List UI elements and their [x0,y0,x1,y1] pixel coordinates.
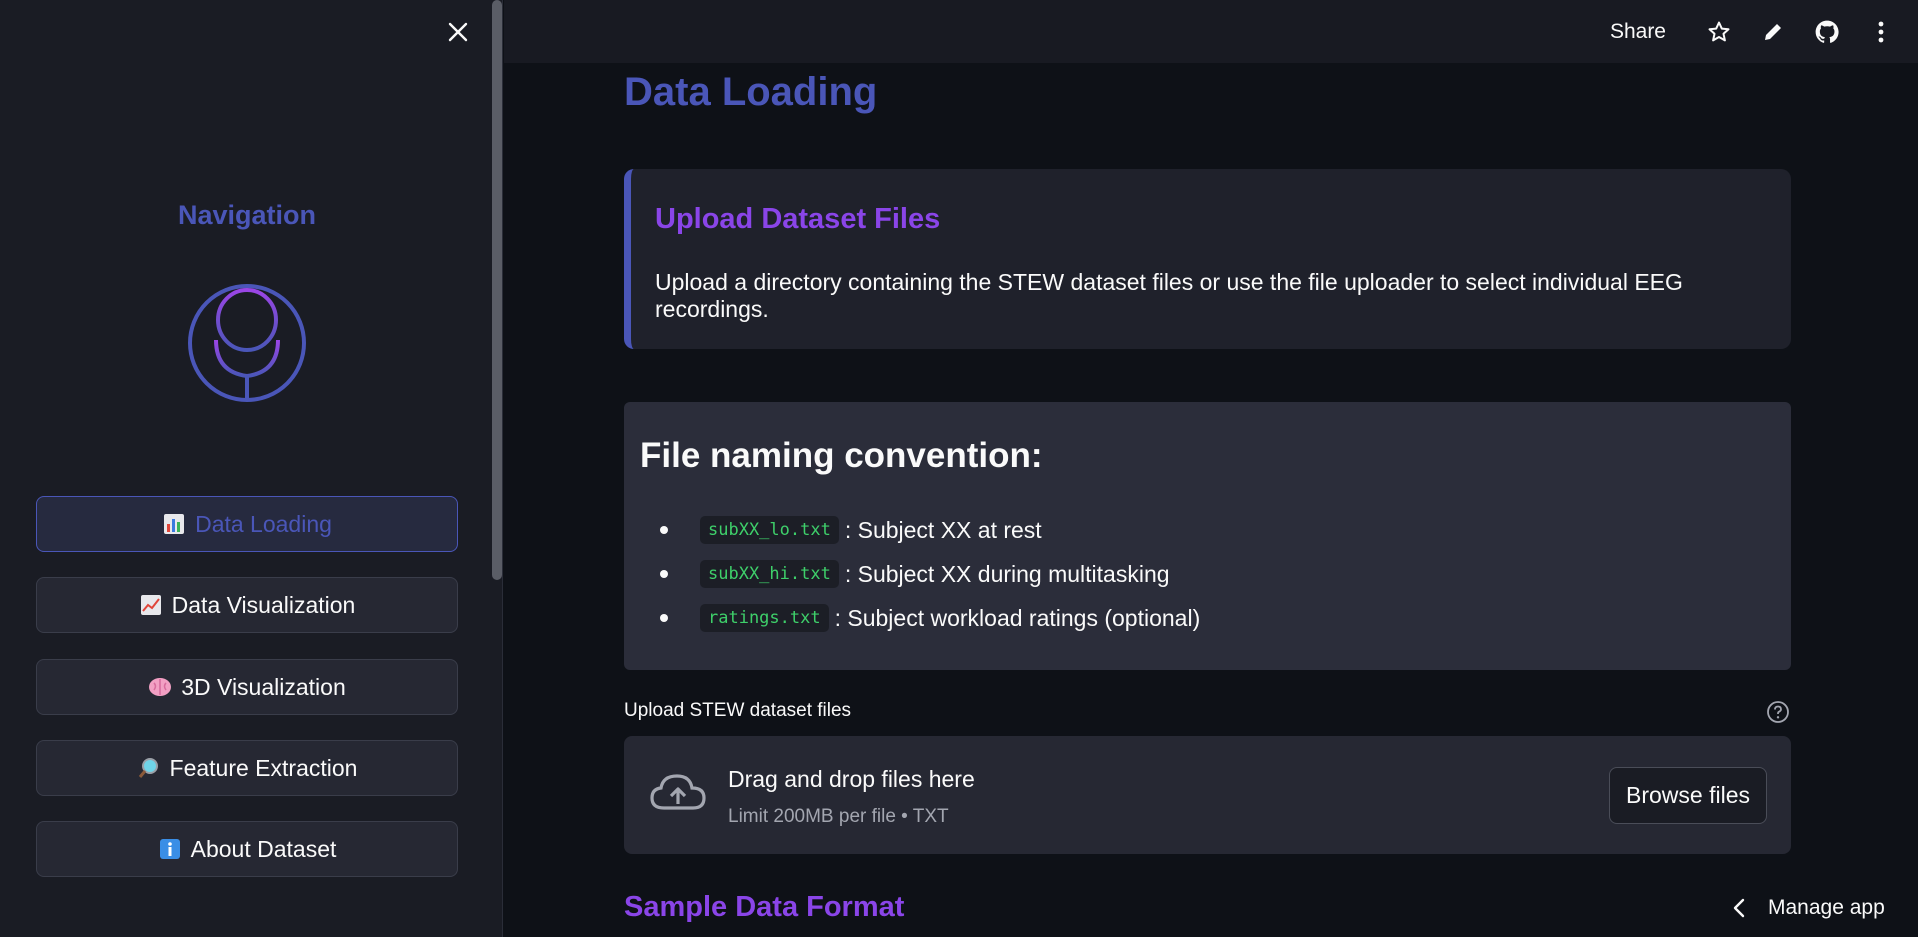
sidebar-scrollbar[interactable] [492,0,502,580]
sidebar-item-label: Data Loading [195,510,332,537]
manage-app-label: Manage app [1768,896,1885,919]
list-item-text: : Subject XX during multitasking [844,560,1170,587]
sidebar-item-label: Feature Extraction [169,754,358,781]
chart-increasing-icon [139,593,163,617]
sidebar-item-feature-extraction[interactable]: Feature Extraction [36,740,458,796]
manage-app-button[interactable]: Manage app [1732,893,1885,923]
list-item: ratings.txt : Subject workload ratings (… [640,596,1200,640]
sidebar-item-about-dataset[interactable]: About Dataset [36,821,458,877]
bullet [660,570,668,578]
brain-icon [148,675,172,699]
star-icon[interactable] [1692,5,1746,59]
sidebar-item-label: Data Visualization [171,591,356,618]
browse-files-button[interactable]: Browse files [1609,767,1767,824]
naming-convention-card: File naming convention: subXX_lo.txt : S… [624,402,1791,670]
dropzone-limit: Limit 200MB per file • TXT [728,806,949,827]
sidebar: Navigation Data Loading Data Visualizati… [0,0,503,937]
page-title: Data Loading [624,70,878,114]
share-button[interactable]: Share [1610,20,1666,44]
brain-logo-icon [188,284,306,402]
bar-chart-icon [162,512,186,536]
help-icon[interactable] [1766,700,1790,724]
sidebar-item-label: About Dataset [190,835,337,862]
list-item: subXX_hi.txt : Subject XX during multita… [640,552,1200,596]
sample-data-title: Sample Data Format [624,891,905,923]
code-filename: ratings.txt [700,604,829,632]
magnifier-icon [137,756,161,780]
close-icon[interactable] [444,18,472,46]
info-icon [158,837,182,861]
bullet [660,526,668,534]
list-item-text: : Subject XX at rest [844,516,1042,543]
code-filename: subXX_hi.txt [700,560,839,588]
naming-list: subXX_lo.txt : Subject XX at rest subXX_… [640,508,1200,640]
naming-title: File naming convention: [640,436,1043,475]
pencil-icon[interactable] [1746,5,1800,59]
uploader-label: Upload STEW dataset files [624,700,852,721]
info-card-text: Upload a directory containing the STEW d… [655,269,1683,322]
nav-title: Navigation [177,200,317,230]
file-dropzone[interactable]: Drag and drop files here Limit 200MB per… [624,736,1791,854]
cloud-upload-icon [650,774,706,810]
bullet [660,614,668,622]
github-icon[interactable] [1800,5,1854,59]
sidebar-item-3d-visualization[interactable]: 3D Visualization [36,659,458,715]
sidebar-item-data-visualization[interactable]: Data Visualization [36,577,458,633]
code-filename: subXX_lo.txt [700,516,839,544]
list-item: subXX_lo.txt : Subject XX at rest [640,508,1200,552]
info-card: Upload Dataset Files Upload a directory … [624,169,1791,349]
info-card-title: Upload Dataset Files [655,203,941,235]
sidebar-item-data-loading[interactable]: Data Loading [36,496,458,552]
list-item-text: : Subject workload ratings (optional) [834,604,1201,631]
sidebar-item-label: 3D Visualization [181,673,346,700]
chevron-left-icon [1733,898,1745,918]
header: Share [504,0,1918,63]
more-vertical-icon[interactable] [1854,5,1908,59]
dropzone-title: Drag and drop files here [728,766,975,792]
